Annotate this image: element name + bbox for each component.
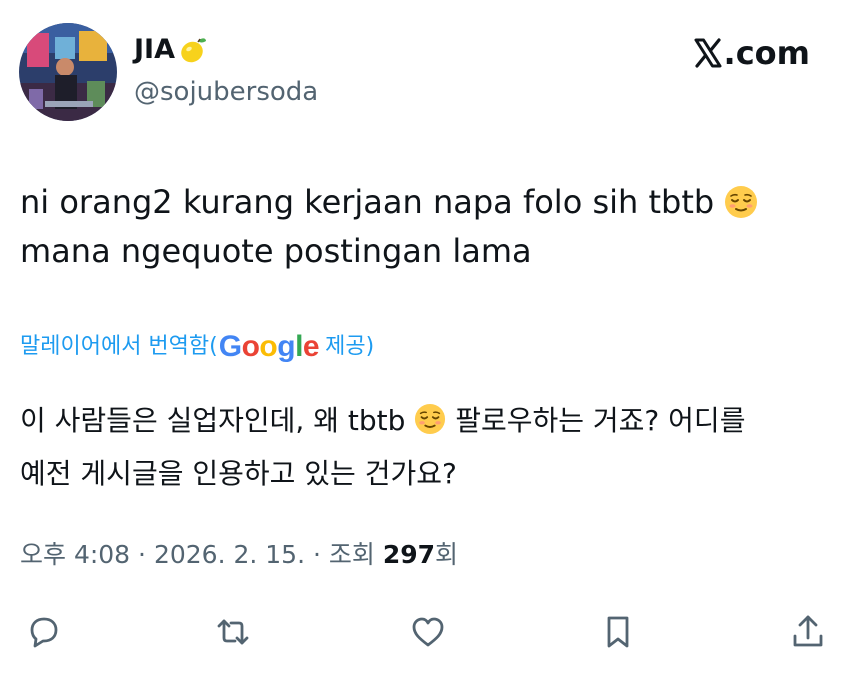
action-bar — [0, 604, 850, 660]
google-letter: o — [259, 330, 278, 363]
translated-line-1: 이 사람들은 실업자인데, 왜 tbtb 팔로우하는 거죠? 어디를 — [20, 394, 830, 447]
translated-line-1-after: 팔로우하는 거죠? 어디를 — [455, 404, 746, 437]
tweet-line-1-text: ni orang2 kurang kerjaan napa folo sih t… — [20, 183, 715, 221]
translation-prefix: 말레이어에서 번역함( — [20, 334, 218, 359]
tweet-meta: 오후 4:08 · 2026. 2. 15. · 조회 297회 — [20, 535, 458, 575]
google-letter: G — [218, 330, 242, 363]
like-button[interactable] — [406, 612, 450, 656]
google-letter: e — [302, 330, 320, 363]
share-button[interactable] — [786, 612, 830, 656]
reply-icon — [24, 612, 64, 656]
meta-separator: · — [312, 540, 321, 569]
translated-text: 이 사람들은 실업자인데, 왜 tbtb 팔로우하는 거죠? 어디를 예전 게시… — [20, 394, 830, 500]
views-label: 조회 — [328, 540, 375, 569]
google-letter: o — [241, 330, 260, 363]
avatar[interactable] — [19, 23, 117, 121]
tweet-card: JIA @sojubersoda .com ni orang2 kurang k… — [0, 0, 850, 676]
reply-button[interactable] — [22, 612, 66, 656]
tweet-time[interactable]: 오후 4:08 — [20, 540, 130, 569]
x-logo-icon — [693, 38, 723, 68]
display-name[interactable]: JIA — [134, 33, 208, 67]
like-icon — [408, 612, 448, 656]
views-suffix: 회 — [435, 540, 459, 569]
display-name-text: JIA — [134, 34, 175, 65]
relieved-face-emoji — [724, 184, 758, 218]
translation-suffix: 제공) — [325, 334, 375, 359]
tweet-text: ni orang2 kurang kerjaan napa folo sih t… — [20, 178, 820, 276]
meta-separator: · — [138, 540, 146, 569]
tweet-line-2: mana ngequote postingan lama — [20, 232, 532, 270]
translated-line-1-before: 이 사람들은 실업자인데, 왜 tbtb — [20, 404, 406, 437]
repost-icon — [213, 612, 253, 656]
google-logo: Google — [218, 330, 320, 364]
google-letter: l — [295, 330, 303, 363]
share-icon — [788, 612, 828, 656]
x-com-label: .com — [723, 34, 810, 72]
translation-attribution[interactable]: 말레이어에서 번역함( Google 제공) — [20, 330, 374, 364]
tweet-line-1: ni orang2 kurang kerjaan napa folo sih t… — [20, 178, 820, 227]
repost-button[interactable] — [211, 612, 255, 656]
translated-line-2: 예전 게시글을 인용하고 있는 건가요? — [20, 457, 457, 490]
bookmark-button[interactable] — [596, 612, 640, 656]
google-letter: g — [277, 330, 296, 363]
views-count: 297 — [382, 540, 436, 569]
bookmark-icon — [598, 612, 638, 656]
handle[interactable]: @sojubersoda — [134, 76, 318, 108]
relieved-face-emoji — [414, 399, 446, 435]
x-com-brand: .com — [693, 34, 810, 72]
lemon-icon — [178, 35, 208, 65]
tweet-date[interactable]: 2026. 2. 15. — [154, 540, 305, 569]
